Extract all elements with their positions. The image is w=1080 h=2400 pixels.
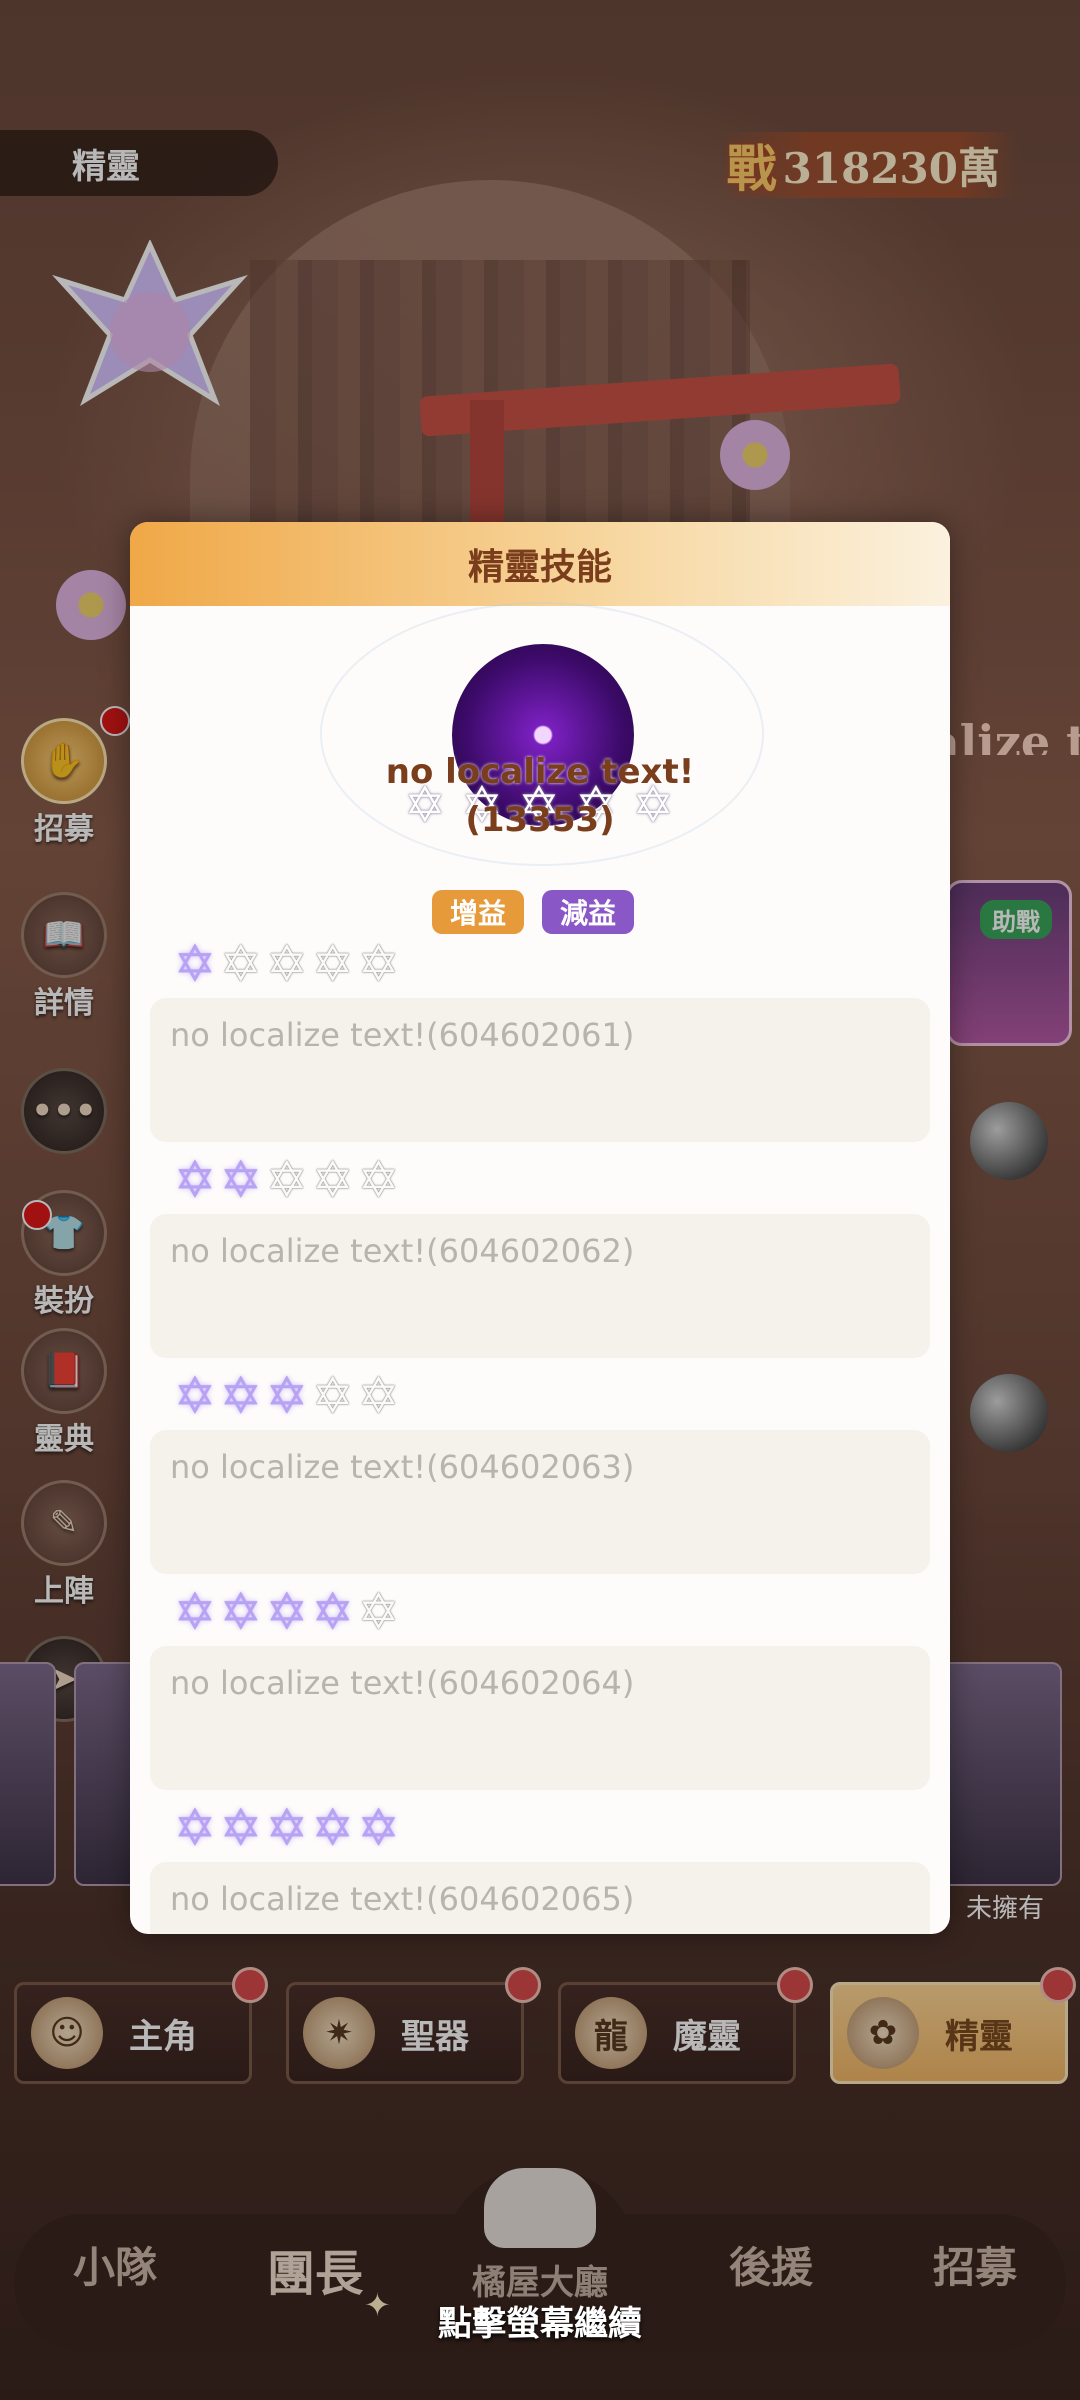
buff-tag: 增益 (432, 890, 525, 934)
star-filled-icon: ✡ (174, 1151, 216, 1209)
level-description: no localize text!(604602065) (150, 1862, 930, 1934)
level-stars: ✡ ✡ ✡ ✡ ✡ (174, 1150, 930, 1210)
star-empty-icon: ✡ (265, 1151, 308, 1209)
tap-to-continue-hint[interactable]: 點擊螢幕繼續 (0, 2296, 1080, 2345)
star-filled-icon: ✡ (311, 1583, 354, 1641)
level-description: no localize text!(604602062) (150, 1214, 930, 1358)
level-stars: ✡ ✡ ✡ ✡ ✡ (174, 1366, 930, 1426)
star-filled-icon: ✡ (219, 1799, 262, 1857)
star-filled-icon: ✡ (357, 1799, 400, 1857)
star-empty-icon: ✡ (311, 1367, 354, 1425)
level-description: no localize text!(604602061) (150, 998, 930, 1142)
skill-level-5: ✡ ✡ ✡ ✡ ✡ no localize text!(604602065) (150, 1798, 930, 1934)
star-filled-icon: ✡ (219, 1151, 262, 1209)
dialog-title: 精靈技能 (130, 522, 950, 606)
level-description: no localize text!(604602063) (150, 1430, 930, 1574)
star-empty-icon: ✡ (357, 1151, 400, 1209)
star-filled-icon: ✡ (219, 1583, 262, 1641)
skill-level-4: ✡ ✡ ✡ ✡ ✡ no localize text!(604602064) (150, 1582, 930, 1790)
debuff-tag: 減益 (542, 890, 635, 934)
star-filled-icon: ✡ (174, 1367, 216, 1425)
star-empty-icon: ✡ (357, 1583, 400, 1641)
star-empty-icon: ✡ (265, 935, 308, 993)
skill-level-3: ✡ ✡ ✡ ✡ ✡ no localize text!(604602063) (150, 1366, 930, 1574)
star-empty-icon: ✡ (357, 1367, 400, 1425)
star-empty-icon: ✡ (311, 1151, 354, 1209)
star-filled-icon: ✡ (174, 1799, 216, 1857)
star-filled-icon: ✡ (174, 935, 216, 993)
star-empty-icon: ✡ (219, 935, 262, 993)
star-filled-icon: ✡ (311, 1799, 354, 1857)
star-filled-icon: ✡ (174, 1583, 216, 1641)
star-filled-icon: ✡ (265, 1583, 308, 1641)
star-filled-icon: ✡ (219, 1367, 262, 1425)
level-stars: ✡ ✡ ✡ ✡ ✡ (174, 1798, 930, 1858)
star-empty-icon: ✡ (357, 935, 400, 993)
level-description: no localize text!(604602064) (150, 1646, 930, 1790)
level-stars: ✡ ✡ ✡ ✡ ✡ (174, 934, 930, 994)
spirit-skill-dialog: 精靈技能 ✡ ✡ ✡ ✡ ✡ no localize text!(13353) … (130, 522, 950, 1934)
star-empty-icon: ✡ (311, 935, 354, 993)
star-filled-icon: ✡ (265, 1799, 308, 1857)
star-filled-icon: ✡ (265, 1367, 308, 1425)
skill-name: no localize text!(13353) (385, 752, 695, 840)
skill-level-1: ✡ ✡ ✡ ✡ ✡ no localize text!(604602061) (150, 934, 930, 1142)
level-stars: ✡ ✡ ✡ ✡ ✡ (174, 1582, 930, 1642)
skill-level-2: ✡ ✡ ✡ ✡ ✡ no localize text!(604602062) (150, 1150, 930, 1358)
